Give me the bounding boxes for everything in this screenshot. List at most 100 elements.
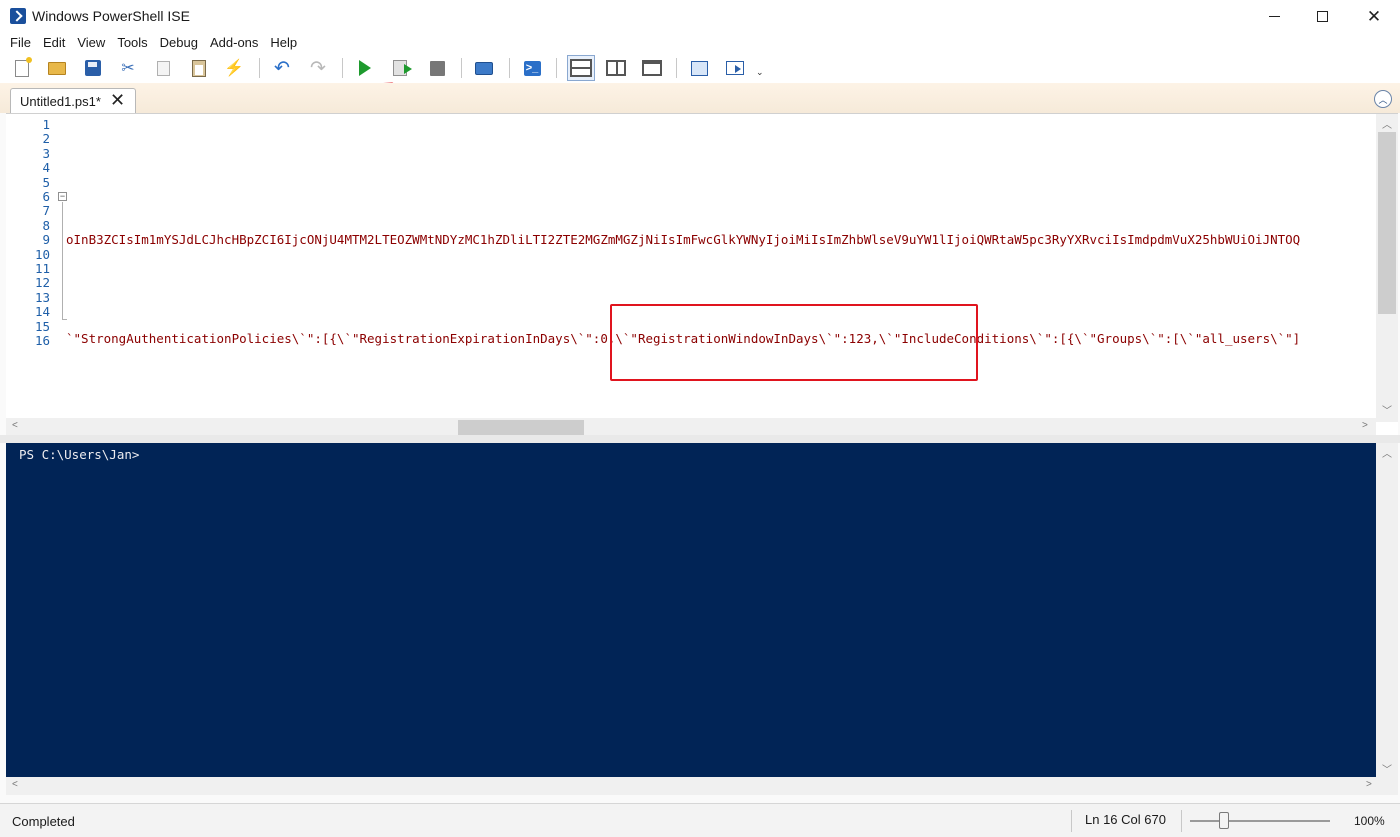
pane-splitter[interactable]	[0, 435, 1400, 443]
start-powershell-button[interactable]: >_	[521, 57, 543, 79]
save-button[interactable]	[82, 57, 104, 79]
close-button[interactable]: ✕	[1348, 0, 1400, 33]
script-editor[interactable]: 1 2 3 4 5 6 7 8 9 10 11 12 13 14 15 16 −…	[6, 113, 1398, 436]
run-script-button[interactable]	[354, 57, 376, 79]
scroll-down-icon[interactable]: ﹀	[1382, 761, 1392, 776]
new-remote-tab-button[interactable]	[473, 57, 495, 79]
line-number: 14	[34, 304, 50, 320]
title-bar: Windows PowerShell ISE ✕	[0, 0, 1400, 33]
menu-file[interactable]: File	[4, 33, 37, 53]
folder-icon	[48, 61, 66, 75]
maximize-icon	[1316, 11, 1328, 22]
editor-horizontal-scrollbar[interactable]: < >	[6, 418, 1376, 436]
fold-guide-end	[62, 319, 67, 320]
line-number: 1	[42, 117, 50, 132]
line-number: 16	[34, 333, 50, 348]
menu-edit[interactable]: Edit	[37, 33, 71, 53]
close-tab-icon[interactable]: ✕	[110, 90, 125, 111]
scroll-thumb[interactable]	[1378, 132, 1396, 314]
cut-button[interactable]: ✂	[117, 57, 139, 79]
undo-button[interactable]: ↶	[271, 57, 293, 79]
scroll-right-icon[interactable]: >	[1366, 779, 1372, 790]
show-command-addon-button[interactable]	[724, 57, 746, 79]
scroll-left-icon[interactable]: <	[12, 779, 18, 790]
clear-console-button[interactable]: ⚡	[223, 57, 245, 79]
cursor-position: Ln 16 Col 670	[1085, 812, 1166, 827]
save-icon	[85, 60, 101, 76]
line-number: 4	[42, 160, 50, 176]
show-command-window-button[interactable]	[688, 57, 710, 79]
open-button[interactable]	[46, 57, 68, 79]
powershell-icon	[10, 8, 26, 24]
minimize-button[interactable]	[1248, 0, 1300, 33]
show-script-maximized-button[interactable]	[641, 57, 663, 79]
paste-button[interactable]	[188, 57, 210, 79]
zoom-slider-thumb[interactable]	[1219, 812, 1229, 829]
menu-view[interactable]: View	[71, 33, 111, 53]
line-number: 9	[42, 232, 50, 248]
script-tab-strip: Untitled1.ps1* ✕	[0, 83, 1400, 114]
line-number: 8	[42, 217, 50, 233]
chevron-up-icon: ︿	[1378, 94, 1388, 105]
new-script-button[interactable]	[11, 56, 33, 79]
scroll-thumb[interactable]	[458, 420, 584, 436]
toolbar-overflow-icon[interactable]: ⌄	[756, 67, 764, 78]
toolbar-separator	[259, 58, 260, 78]
tab-untitled1[interactable]: Untitled1.ps1* ✕	[10, 88, 136, 114]
stop-button[interactable]	[426, 57, 448, 79]
menu-debug[interactable]: Debug	[154, 33, 204, 53]
close-icon: ✕	[1366, 7, 1382, 26]
show-script-top-button[interactable]	[567, 55, 595, 81]
clipboard-icon	[192, 59, 206, 77]
line-number: 5	[42, 174, 50, 190]
console-prompt: PS C:\Users\Jan>	[19, 447, 140, 462]
command-addon-icon	[726, 61, 744, 75]
line-number: 3	[42, 145, 50, 161]
line-number: 6	[42, 189, 50, 204]
console-vertical-scrollbar[interactable]: ︿ ﹀	[1376, 443, 1398, 777]
redo-icon: ↷	[310, 57, 326, 79]
scissors-icon: ✂	[121, 60, 135, 77]
fold-toggle-icon[interactable]: −	[58, 192, 67, 201]
console-horizontal-scrollbar[interactable]: < >	[6, 777, 1398, 795]
toolbar-separator	[556, 58, 557, 78]
minimize-icon	[1268, 16, 1280, 17]
line-number: 7	[42, 203, 50, 219]
fold-guide	[62, 202, 63, 320]
new-file-icon	[15, 56, 32, 77]
toolbar-separator	[676, 58, 677, 78]
line-number: 10	[34, 246, 50, 262]
copy-button[interactable]	[152, 57, 174, 79]
menu-tools[interactable]: Tools	[111, 33, 153, 53]
redo-button[interactable]: ↷	[307, 57, 329, 79]
menu-help[interactable]: Help	[264, 33, 303, 53]
window-title: Windows PowerShell ISE	[32, 8, 190, 24]
play-icon	[359, 60, 371, 76]
code-line-16: `"StrongAuthenticationPolicies\`":[{\`"R…	[66, 332, 1301, 346]
scroll-down-icon[interactable]: ﹀	[1382, 402, 1392, 417]
menu-add-ons[interactable]: Add-ons	[204, 33, 264, 53]
powershell-prompt-icon: >_	[523, 60, 541, 76]
maximize-button[interactable]	[1296, 0, 1348, 33]
console-pane[interactable]: PS C:\Users\Jan>	[6, 443, 1376, 777]
stop-icon	[429, 60, 445, 76]
menu-bar: File Edit View Tools Debug Add-ons Help	[0, 33, 1400, 53]
line-number: 13	[34, 289, 50, 305]
status-message: Completed	[12, 814, 75, 829]
status-separator	[1071, 810, 1072, 832]
scroll-right-icon[interactable]: >	[1362, 420, 1368, 431]
status-separator	[1181, 810, 1182, 832]
line-number: 2	[42, 131, 50, 147]
run-selection-icon	[393, 60, 412, 76]
show-script-right-button[interactable]	[605, 57, 627, 79]
scroll-up-icon[interactable]: ︿	[1382, 445, 1392, 460]
editor-vertical-scrollbar[interactable]: ︿ ﹀	[1376, 114, 1398, 422]
scroll-left-icon[interactable]: <	[12, 420, 18, 431]
run-selection-button[interactable]	[389, 57, 412, 79]
zoom-level: 100%	[1354, 814, 1385, 828]
remote-icon	[475, 61, 493, 75]
collapse-script-pane-button[interactable]: ︿	[1374, 90, 1392, 108]
scroll-up-icon[interactable]: ︿	[1382, 116, 1392, 131]
toolbar-separator	[509, 58, 510, 78]
zoom-slider[interactable]	[1190, 820, 1330, 822]
